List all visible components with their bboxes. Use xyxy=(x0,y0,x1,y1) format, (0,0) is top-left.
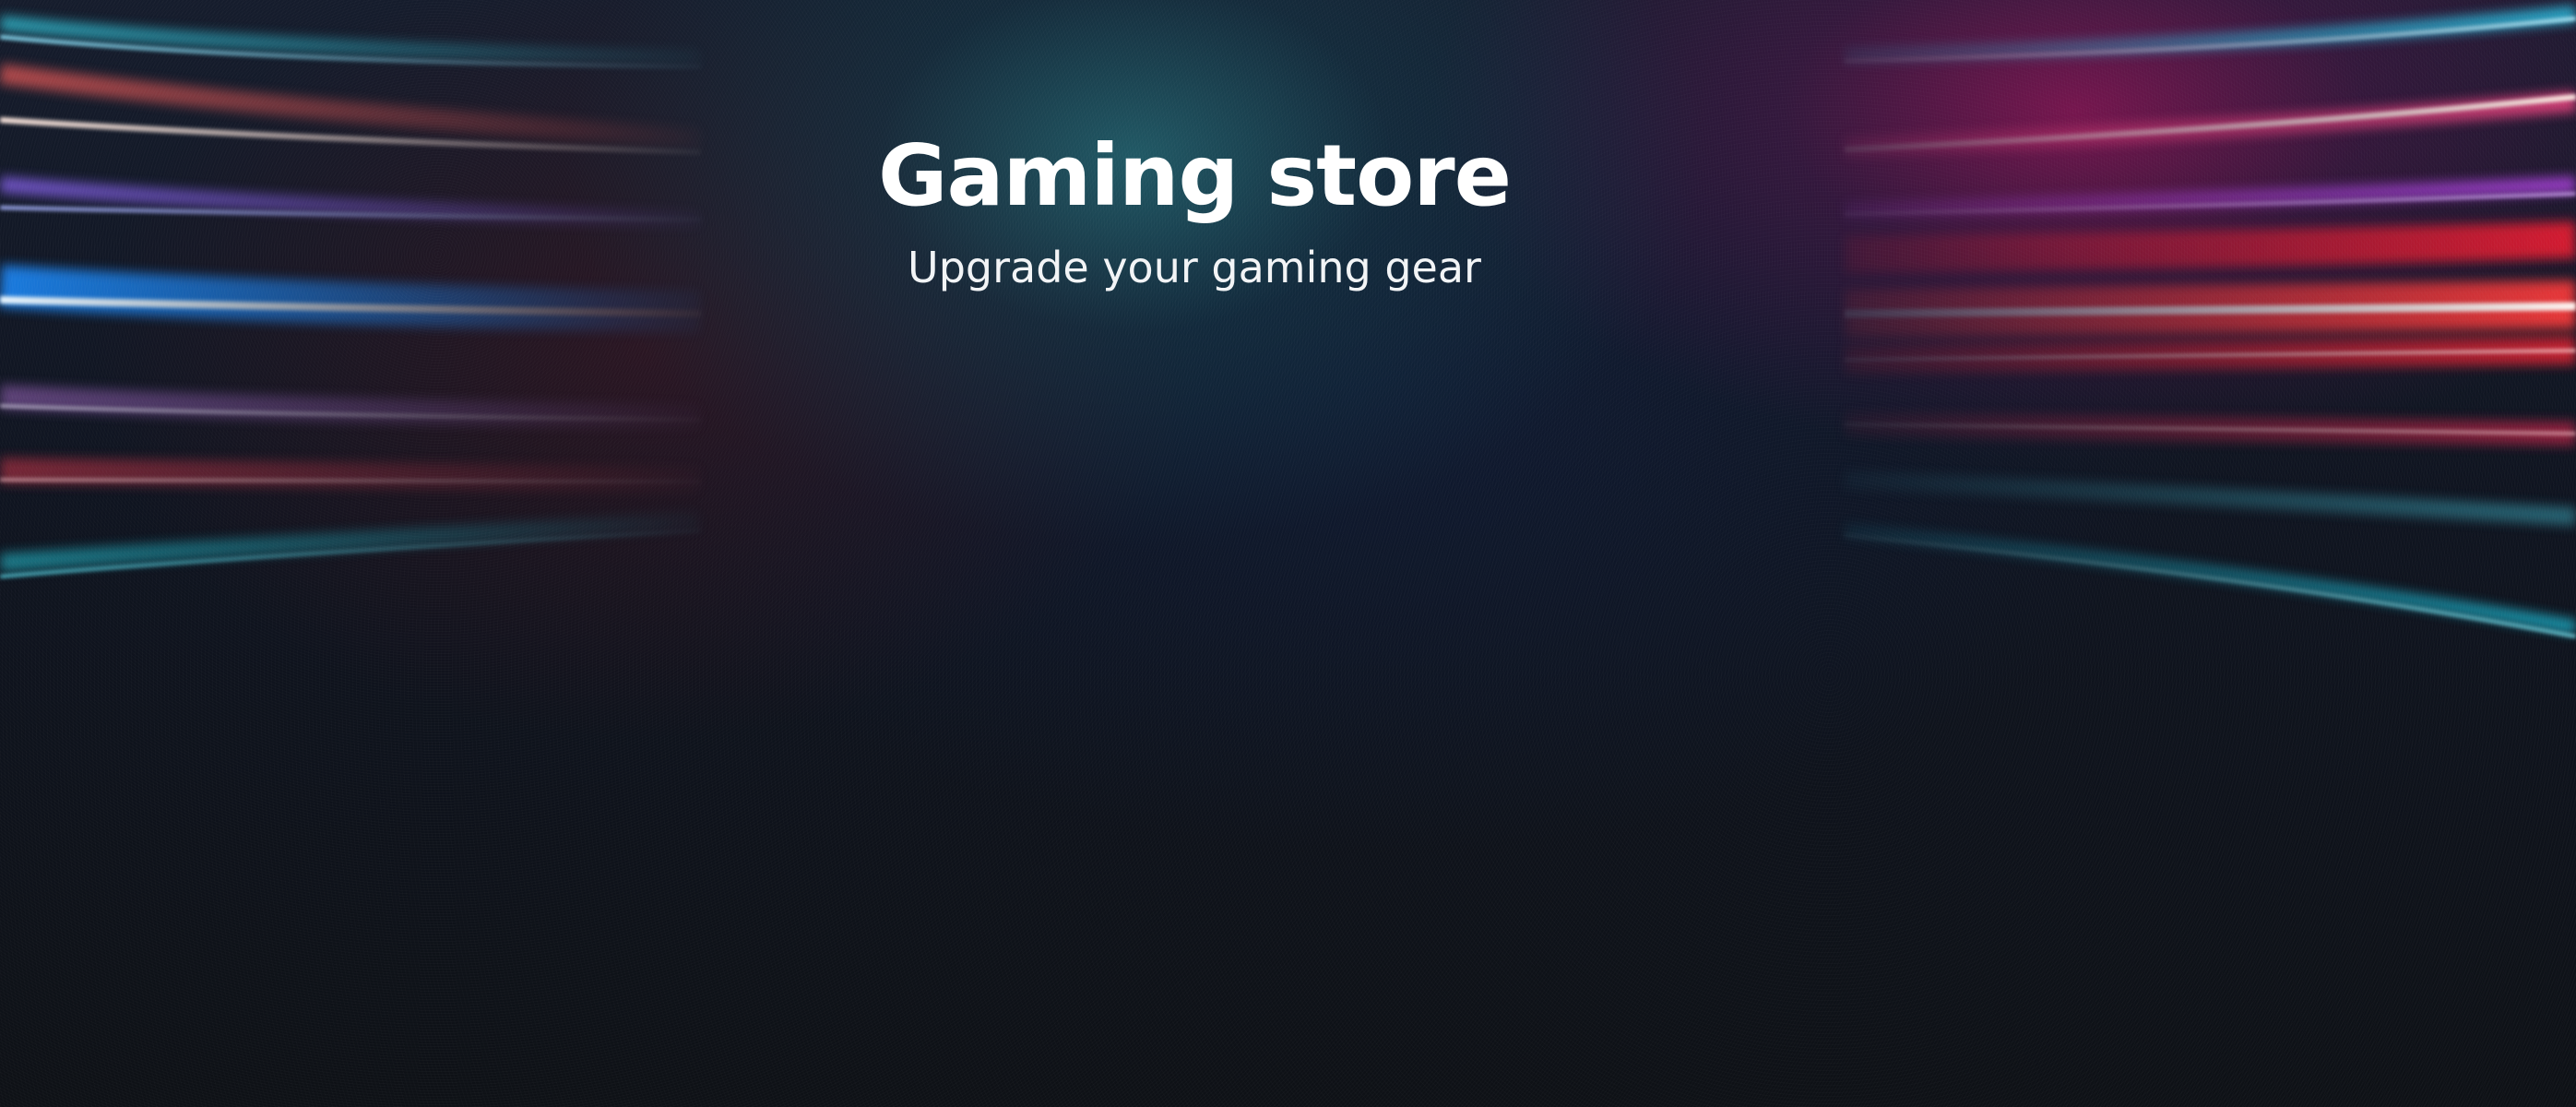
page-subtitle: Upgrade your gaming gear xyxy=(908,243,1481,293)
hero-banner: Gaming store Upgrade your gaming gear xyxy=(0,0,2576,1107)
page-title: Gaming store xyxy=(877,126,1512,225)
hero-text: Gaming store Upgrade your gaming gear xyxy=(0,129,2389,293)
